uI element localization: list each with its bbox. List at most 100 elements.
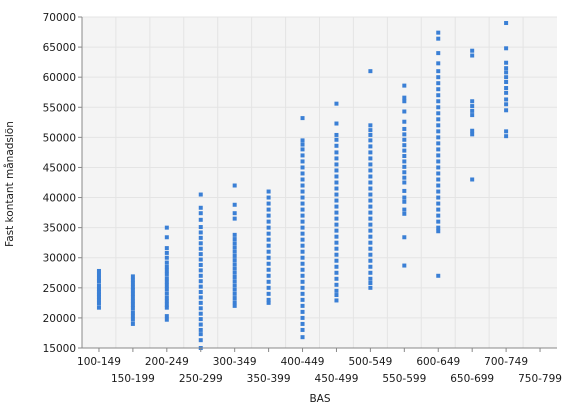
data-point [368,192,373,197]
data-point [368,174,373,179]
data-point [470,108,475,113]
data-point [436,225,441,230]
y-tick-label: 60000 [43,72,76,84]
data-point [198,306,203,311]
data-point [300,116,305,121]
data-point [266,267,271,272]
y-tick-label: 30000 [43,253,76,265]
data-point [470,99,475,104]
data-point [334,137,339,142]
data-point [300,309,305,314]
data-point [198,338,203,343]
data-point [266,273,271,278]
data-point [368,180,373,185]
data-point [436,105,441,110]
data-point [300,171,305,176]
y-tick-label: 15000 [43,343,76,355]
data-point [334,180,339,185]
data-point [436,61,441,66]
data-point [266,285,271,290]
data-point [504,108,509,113]
data-point [334,234,339,239]
data-point [198,268,203,273]
data-point [402,109,407,114]
data-point [198,235,203,240]
data-point [198,217,203,222]
x-tick-label: 350-399 [247,373,291,385]
data-point [164,268,169,273]
data-point [334,198,339,203]
data-point [300,138,305,143]
data-point [300,327,305,332]
data-point [96,272,101,277]
data-point [334,282,339,287]
data-point [334,240,339,245]
data-point [232,258,237,263]
data-point [198,252,203,257]
data-point [368,285,373,290]
data-point [436,111,441,116]
data-point [164,260,169,265]
data-point [368,264,373,269]
data-point [436,123,441,128]
data-point [334,298,339,303]
data-point [436,36,441,41]
data-point [232,283,237,288]
data-point [266,249,271,254]
data-point [96,268,101,273]
data-point [368,123,373,128]
data-point [436,81,441,86]
data-point [368,222,373,227]
data-point [198,311,203,316]
data-point [232,241,237,246]
data-point [232,287,237,292]
data-point [266,243,271,248]
data-point [232,202,237,207]
data-point [436,165,441,170]
data-point [164,283,169,288]
data-point [504,60,509,65]
x-tick-label: 700-749 [484,356,528,368]
data-point [266,261,271,266]
data-point [266,189,271,194]
data-point [300,321,305,326]
data-point [266,213,271,218]
data-point [402,154,407,159]
data-point [368,168,373,173]
data-point [96,283,101,288]
data-point [504,90,509,95]
data-point [402,188,407,193]
data-point [164,250,169,255]
data-point [334,192,339,197]
data-point [198,284,203,289]
data-point [402,95,407,100]
data-point [470,128,475,133]
data-point [130,277,135,282]
x-tick-label: 400-449 [281,356,325,368]
data-point [402,164,407,169]
data-point [436,201,441,206]
x-tick-label: 450-499 [315,373,359,385]
data-point [436,219,441,224]
data-point [436,87,441,92]
data-point [300,159,305,164]
data-point [470,53,475,58]
data-point [504,102,509,107]
data-point [504,70,509,75]
data-point [198,322,203,327]
data-point [232,245,237,250]
y-tick-label: 40000 [43,193,76,205]
y-tick-label: 50000 [43,132,76,144]
data-point [164,255,169,260]
data-point [266,237,271,242]
data-point [130,306,135,311]
data-point [334,288,339,293]
data-point [334,150,339,155]
x-tick-label: 500-549 [348,356,392,368]
data-point [436,159,441,164]
y-tick-label: 35000 [43,223,76,235]
data-point [368,281,373,286]
data-point [198,205,203,210]
data-point [334,246,339,251]
data-point [164,235,169,240]
